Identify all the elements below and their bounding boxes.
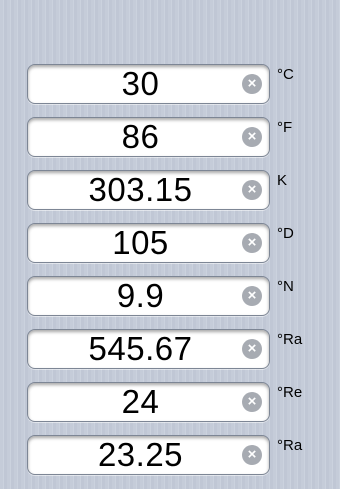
fahrenheit-field[interactable]: 86 × xyxy=(27,117,270,157)
romer-unit-label: °Ra xyxy=(277,437,303,454)
kelvin-value[interactable]: 303.15 xyxy=(28,171,241,209)
clear-icon[interactable]: × xyxy=(242,74,262,94)
delisle-field[interactable]: 105 × xyxy=(27,223,270,263)
clear-icon[interactable]: × xyxy=(242,339,262,359)
kelvin-field[interactable]: 303.15 × xyxy=(27,170,270,210)
fahrenheit-value[interactable]: 86 xyxy=(28,118,241,156)
reaumur-unit-label: °Re xyxy=(277,384,303,401)
delisle-unit-label: °D xyxy=(277,225,294,242)
newton-value[interactable]: 9.9 xyxy=(28,277,241,315)
delisle-value[interactable]: 105 xyxy=(28,224,241,262)
kelvin-unit-label: K xyxy=(277,172,288,189)
rankine-value[interactable]: 545.67 xyxy=(28,330,241,368)
fahrenheit-unit-label: °F xyxy=(277,119,293,136)
rankine-unit-label: °Ra xyxy=(277,331,303,348)
clear-icon[interactable]: × xyxy=(242,286,262,306)
clear-icon[interactable]: × xyxy=(242,445,262,465)
clear-icon[interactable]: × xyxy=(242,233,262,253)
newton-field[interactable]: 9.9 × xyxy=(27,276,270,316)
reaumur-field[interactable]: 24 × xyxy=(27,382,270,422)
clear-icon[interactable]: × xyxy=(242,180,262,200)
romer-field[interactable]: 23.25 × xyxy=(27,435,270,475)
reaumur-value[interactable]: 24 xyxy=(28,383,241,421)
celsius-unit-label: °C xyxy=(277,66,294,83)
newton-unit-label: °N xyxy=(277,278,294,295)
rankine-field[interactable]: 545.67 × xyxy=(27,329,270,369)
clear-icon[interactable]: × xyxy=(242,392,262,412)
celsius-field[interactable]: 30 × xyxy=(27,64,270,104)
clear-icon[interactable]: × xyxy=(242,127,262,147)
romer-value[interactable]: 23.25 xyxy=(28,436,241,474)
celsius-value[interactable]: 30 xyxy=(28,65,241,103)
